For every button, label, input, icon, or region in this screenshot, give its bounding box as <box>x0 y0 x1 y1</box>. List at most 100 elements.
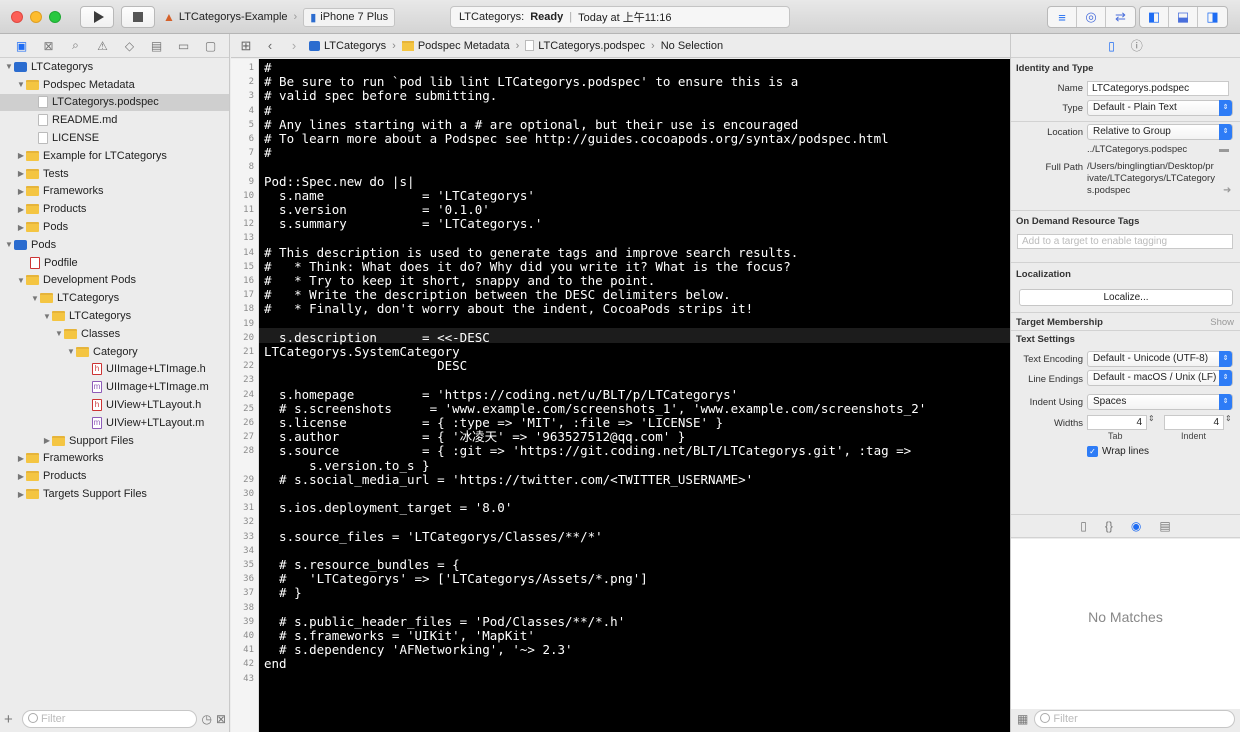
tree-row-podspec-file[interactable]: LTCategorys.podspec <box>0 93 229 112</box>
disclosure-open-icon[interactable]: ▼ <box>16 80 26 89</box>
grid-view-icon[interactable]: ▦ <box>1017 712 1028 726</box>
disclosure-closed-icon[interactable]: ▶ <box>16 187 26 196</box>
tree-row-uiimage-m[interactable]: m UIImage+LTImage.m <box>0 378 229 396</box>
tree-row-frameworks[interactable]: ▶ Frameworks <box>0 183 229 201</box>
indent-using-popup[interactable]: Spaces ⇕ <box>1087 394 1233 410</box>
tree-row-pods-products[interactable]: ▶ Products <box>0 467 229 485</box>
add-icon[interactable]: + <box>4 711 18 728</box>
tree-row-development-pods[interactable]: ▼ Development Pods <box>0 272 229 290</box>
tab-width-field[interactable]: 4 <box>1087 415 1147 430</box>
tree-row-ltcategorys-project[interactable]: ▼ LTCategorys <box>0 58 229 76</box>
code-snippet-icon[interactable]: {} <box>1105 519 1113 533</box>
location-popup[interactable]: Relative to Group ⇕ <box>1087 124 1233 140</box>
object-library-icon[interactable]: ◉ <box>1131 519 1141 533</box>
disclosure-closed-icon[interactable]: ▶ <box>16 169 26 178</box>
disclosure-closed-icon[interactable]: ▶ <box>16 223 26 232</box>
line-endings-popup[interactable]: Default - macOS / Unix (LF) ⇕ <box>1087 370 1233 386</box>
debug-toggle-button[interactable]: ⬓ <box>1169 7 1198 27</box>
tree-row-podspec-metadata[interactable]: ▼ Podspec Metadata <box>0 76 229 94</box>
tree-row-classes[interactable]: ▼ Classes <box>0 325 229 343</box>
indent-width-field[interactable]: 4 <box>1164 415 1224 430</box>
breadcrumb-project[interactable]: LTCategorys <box>309 40 386 52</box>
inspector-toggle-button[interactable]: ◨ <box>1198 7 1227 27</box>
quick-help-icon[interactable]: ⓘ <box>1131 37 1143 54</box>
close-window-button[interactable] <box>11 11 23 23</box>
disclosure-closed-icon[interactable]: ▶ <box>16 205 26 214</box>
stop-button[interactable] <box>121 6 155 28</box>
navigator-filter-input[interactable]: Filter <box>22 710 198 728</box>
encoding-popup[interactable]: Default - Unicode (UTF-8) ⇕ <box>1087 351 1233 367</box>
disclosure-open-icon[interactable]: ▼ <box>16 276 26 285</box>
tree-row-ltcategorys-sub[interactable]: ▼ LTCategorys <box>0 307 229 325</box>
breadcrumb-file[interactable]: LTCategorys.podspec <box>525 40 645 52</box>
disclosure-closed-icon[interactable]: ▶ <box>16 472 26 481</box>
warning-icon[interactable]: ⚠ <box>89 39 116 53</box>
tree-row-pods-project[interactable]: ▼ Pods <box>0 236 229 254</box>
tree-row-products[interactable]: ▶ Products <box>0 200 229 218</box>
wrap-lines-checkbox[interactable]: ✓ Wrap lines <box>1087 446 1149 457</box>
tree-row-podfile[interactable]: Podfile <box>0 254 229 272</box>
disclosure-closed-icon[interactable]: ▶ <box>16 151 26 160</box>
tree-row-uiview-h[interactable]: h UIView+LTLayout.h <box>0 396 229 414</box>
standard-editor-button[interactable]: ≡ <box>1048 7 1077 27</box>
debug-icon[interactable]: ▤ <box>143 39 170 53</box>
minimize-window-button[interactable] <box>30 11 42 23</box>
assistant-editor-button[interactable]: ◎ <box>1077 7 1106 27</box>
breadcrumb-group[interactable]: Podspec Metadata <box>401 40 510 52</box>
tree-row-uiimage-h[interactable]: h UIImage+LTImage.h <box>0 361 229 379</box>
type-popup[interactable]: Default - Plain Text ⇕ <box>1087 100 1233 116</box>
test-icon[interactable]: ◇ <box>116 39 143 53</box>
tree-row-uiview-m[interactable]: m UIView+LTLayout.m <box>0 414 229 432</box>
disclosure-open-icon[interactable]: ▼ <box>30 294 40 303</box>
report-icon[interactable]: ▢ <box>197 39 224 53</box>
scm-filter-icon[interactable]: ⊠ <box>216 712 226 726</box>
reveal-folder-icon[interactable]: ▬ <box>1219 144 1229 155</box>
recent-files-icon[interactable]: ◷ <box>201 712 211 726</box>
disclosure-open-icon[interactable]: ▼ <box>66 347 76 356</box>
reveal-in-finder-icon[interactable]: ➜ <box>1223 185 1231 196</box>
breadcrumb-symbol[interactable]: No Selection <box>661 40 723 52</box>
tree-row-support-files[interactable]: ▶ Support Files <box>0 432 229 450</box>
scheme-selector[interactable]: ▲ LTCategorys-Example › ▮ iPhone 7 Plus <box>163 7 396 27</box>
file-template-icon[interactable]: ▯ <box>1080 519 1087 533</box>
disclosure-open-icon[interactable]: ▼ <box>4 62 14 71</box>
zoom-window-button[interactable] <box>49 11 61 23</box>
navigator-toggle-button[interactable]: ◧ <box>1140 7 1169 27</box>
disclosure-open-icon[interactable]: ▼ <box>54 329 64 338</box>
breadcrumb-label: LTCategorys <box>324 39 387 52</box>
tree-row-readme[interactable]: README.md <box>0 111 229 129</box>
tree-row-targets-support[interactable]: ▶ Targets Support Files <box>0 485 229 503</box>
tree-row-example[interactable]: ▶ Example for LTCategorys <box>0 147 229 165</box>
indent-stepper-icon[interactable]: ⇕ <box>1225 414 1232 423</box>
tree-row-ltcategorys-pod[interactable]: ▼ LTCategorys <box>0 289 229 307</box>
tree-row-tests[interactable]: ▶ Tests <box>0 165 229 183</box>
library-filter-input[interactable]: Filter <box>1034 710 1235 728</box>
breakpoint-icon[interactable]: ▭ <box>170 39 197 53</box>
version-editor-button[interactable]: ⇄ <box>1106 7 1135 27</box>
back-icon[interactable]: ‹ <box>261 38 279 53</box>
odr-tags-field[interactable]: Add to a target to enable tagging <box>1017 234 1233 249</box>
tree-row-pods-group[interactable]: ▶ Pods <box>0 218 229 236</box>
forward-icon[interactable]: › <box>285 38 303 53</box>
run-button[interactable] <box>80 6 114 28</box>
disclosure-closed-icon[interactable]: ▶ <box>42 436 52 445</box>
localize-button[interactable]: Localize... <box>1019 289 1233 306</box>
media-library-icon[interactable]: ▤ <box>1159 519 1170 533</box>
file-inspector-icon[interactable]: ▯ <box>1108 39 1115 53</box>
device-selector[interactable]: ▮ iPhone 7 Plus <box>303 7 396 27</box>
search-icon[interactable]: ⌕ <box>62 38 89 53</box>
disclosure-closed-icon[interactable]: ▶ <box>16 490 26 499</box>
tree-row-pods-frameworks[interactable]: ▶ Frameworks <box>0 450 229 468</box>
target-show-button[interactable]: Show <box>1210 317 1234 328</box>
source-editor[interactable]: 1 2 3 4 5 6 7 8 9 10 11 12 13 14 15 16 17 18 19 20 21 22 23 24 2… <box>231 59 1010 732</box>
tree-row-license[interactable]: LICENSE <box>0 129 229 147</box>
tree-row-category[interactable]: ▼ Category <box>0 343 229 361</box>
related-items-icon[interactable]: ⊞ <box>237 38 255 54</box>
source-control-icon[interactable]: ⊠ <box>35 39 62 53</box>
disclosure-closed-icon[interactable]: ▶ <box>16 454 26 463</box>
disclosure-open-icon[interactable]: ▼ <box>42 312 52 321</box>
name-field[interactable]: LTCategorys.podspec <box>1087 81 1229 96</box>
disclosure-open-icon[interactable]: ▼ <box>4 240 14 249</box>
tab-stepper-icon[interactable]: ⇕ <box>1148 414 1155 423</box>
folder-icon[interactable]: ▣ <box>8 39 35 53</box>
